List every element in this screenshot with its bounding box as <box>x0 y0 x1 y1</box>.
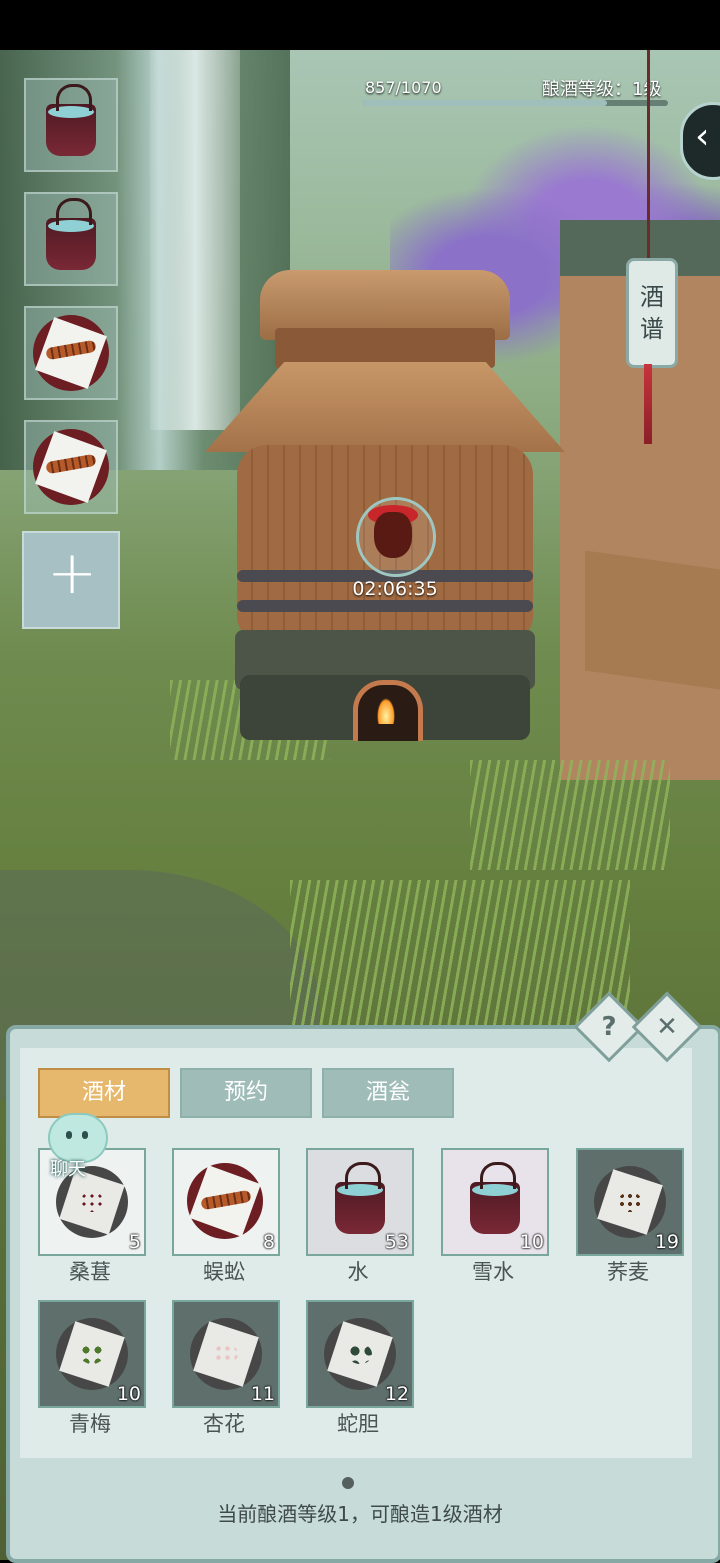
item-green-plum[interactable]: 10 <box>38 1300 146 1408</box>
item-label: 桑葚 <box>69 1260 111 1284</box>
buckwheat-dots <box>618 1192 642 1212</box>
water-bucket-icon <box>46 84 96 156</box>
tab-ingredients[interactable]: 酒材 <box>38 1068 170 1118</box>
item-count: 10 <box>519 1231 544 1253</box>
item-snake-gall[interactable]: 12 <box>306 1300 414 1408</box>
item-count: 5 <box>128 1231 141 1253</box>
chevron-left-icon: ‹ <box>695 116 710 157</box>
fire-icon <box>377 698 395 724</box>
barrel-hoop <box>237 600 533 612</box>
plum-dots <box>80 1344 104 1364</box>
item-label: 杏花 <box>203 1412 245 1436</box>
water-bucket-icon <box>46 198 96 270</box>
snow-water-bucket-icon <box>470 1162 520 1234</box>
water-bucket-icon <box>335 1162 385 1234</box>
item-count: 11 <box>250 1383 275 1405</box>
item-apricot-blossom[interactable]: 11 <box>172 1300 280 1408</box>
snake-gall-icon <box>324 1318 396 1390</box>
wooden-deck <box>585 550 720 690</box>
wine-jar-icon <box>374 512 412 558</box>
item-snow-water[interactable]: 10 <box>441 1148 549 1256</box>
brew-slot[interactable] <box>24 420 118 514</box>
recipe-rope <box>647 50 650 260</box>
chat-eye <box>66 1131 72 1139</box>
item-label: 荞麦 <box>607 1260 649 1284</box>
item-centipede[interactable]: 8 <box>172 1148 280 1256</box>
item-count: 53 <box>384 1231 409 1253</box>
page-indicator-dot <box>342 1477 354 1489</box>
exp-progress-bar <box>363 100 668 106</box>
recipe-book-label: 酒谱 <box>640 283 664 343</box>
blossom-dots <box>214 1344 238 1364</box>
brew-slot[interactable] <box>24 306 118 400</box>
exp-progress-fill <box>363 100 608 106</box>
item-count: 12 <box>384 1383 409 1405</box>
item-count: 19 <box>654 1231 679 1253</box>
status-bar <box>0 0 720 50</box>
red-tassel <box>644 364 652 444</box>
tab-reservation[interactable]: 预约 <box>180 1068 312 1118</box>
buckwheat-icon <box>594 1166 666 1238</box>
brew-timer: 02:06:35 <box>352 578 438 600</box>
plus-icon: + <box>47 538 98 608</box>
item-buckwheat[interactable]: 19 <box>576 1148 684 1256</box>
question-icon: ? <box>601 1012 617 1042</box>
green-plum-icon <box>56 1318 128 1390</box>
exp-progress-text: 857/1070 <box>365 78 442 97</box>
item-count: 8 <box>262 1231 275 1253</box>
brew-level-hint: 当前酿酒等级1，可酿造1级酒材 <box>217 1502 503 1526</box>
brew-level-text: 酿酒等级：1级 <box>542 79 662 100</box>
tab-wine-jars[interactable]: 酒瓮 <box>322 1068 454 1118</box>
brew-slot[interactable] <box>24 78 118 172</box>
grass-patch <box>470 760 670 870</box>
brew-slot[interactable] <box>24 192 118 286</box>
mulberry-dots <box>80 1192 104 1212</box>
item-label: 雪水 <box>472 1260 514 1284</box>
chat-eye <box>82 1131 88 1139</box>
item-label: 蛇胆 <box>337 1412 379 1436</box>
close-icon: ✕ <box>656 1012 678 1042</box>
recipe-book-button[interactable]: 酒谱 <box>626 258 678 368</box>
item-water[interactable]: 53 <box>306 1148 414 1256</box>
item-label: 水 <box>347 1260 369 1284</box>
apricot-blossom-icon <box>190 1318 262 1390</box>
item-count: 10 <box>116 1383 141 1405</box>
chat-label: 聊天 <box>50 1159 86 1180</box>
item-label: 蜈蚣 <box>203 1260 245 1284</box>
barrel-roof <box>205 362 565 452</box>
gall-dots <box>348 1344 372 1364</box>
add-slot-button[interactable]: + <box>22 531 120 629</box>
item-label: 青梅 <box>69 1412 111 1436</box>
